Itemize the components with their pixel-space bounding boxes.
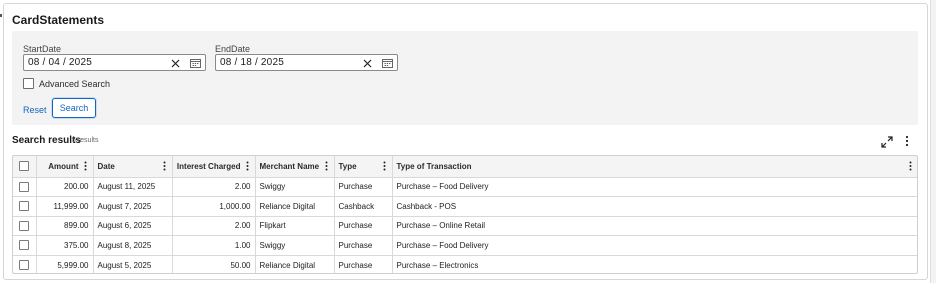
row-checkbox[interactable] [19,181,30,192]
row-select-cell [13,235,37,256]
cell-merchant-name: Flipkart [255,216,335,236]
cell-amount: 200.00 [36,177,94,197]
column-menu-icon[interactable] [83,160,89,172]
column-header-date[interactable]: Date [93,156,173,178]
card-title: CardStatements [12,13,105,27]
select-all-cell [13,156,37,178]
row-select-cell [13,255,37,273]
cell-interest-charged: 2.00 [172,177,256,197]
advanced-search-label: Advanced Search [39,79,111,89]
cell-amount: 899.00 [36,216,94,236]
column-menu-icon[interactable] [907,160,913,172]
more-vertical-icon[interactable] [902,134,912,148]
cell-merchant-name: Reliance Digital [255,196,335,217]
advanced-search-checkbox[interactable] [23,78,34,89]
cell-date: August 11, 2025 [93,177,173,197]
column-header-type[interactable]: Type [334,156,393,178]
close-icon[interactable] [168,56,182,70]
results-count: 5 results [72,137,99,144]
cell-interest-charged: 50.00 [172,255,256,273]
close-icon[interactable] [360,56,374,70]
calendar-icon[interactable] [380,56,394,70]
cell-type-of-transaction: Purchase – Electronics [396,260,479,270]
cell-type: Purchase [334,216,393,236]
cell-amount: 375.00 [36,235,94,256]
row-select-cell [13,216,37,236]
column-menu-icon[interactable] [382,160,388,172]
end-date-field[interactable]: 08 / 18 / 2025 [215,54,398,71]
row-checkbox[interactable] [19,260,30,270]
cell-merchant-name: Reliance Digital [255,255,335,273]
table-row[interactable]: 11,999.00 August 7, 2025 1,000.00 Relian… [13,196,917,217]
start-date-label: StartDate [23,44,62,54]
cell-type: Purchase [334,255,393,273]
table-row[interactable]: 899.00 August 6, 2025 2.00 Flipkart Purc… [13,216,917,236]
table-header-row: Amount Date Interest Charged Merchant Na… [13,156,917,178]
expand-icon[interactable] [881,135,893,148]
cell-merchant-name: Swiggy [255,235,335,256]
start-date-value: 08 / 04 / 2025 [28,57,92,68]
table-row[interactable]: 200.00 August 11, 2025 2.00 Swiggy Purch… [13,177,917,197]
column-menu-icon[interactable] [162,160,168,172]
cell-merchant-name: Swiggy [255,177,335,197]
scrollbar[interactable] [930,0,936,283]
cell-type-of-transaction: Cashback - POS [392,196,917,217]
cell-type: Purchase [334,177,393,197]
column-menu-icon[interactable] [324,160,330,172]
cell-amount: 11,999.00 [36,196,94,217]
column-header-interest-charged[interactable]: Interest Charged [172,156,256,178]
table-row[interactable]: 375.00 August 8, 2025 1.00 Swiggy Purcha… [13,235,917,256]
results-table: Amount Date Interest Charged Merchant Na… [12,155,918,274]
cell-date: August 5, 2025 [93,255,173,273]
end-date-label: EndDate [215,44,251,54]
column-menu-icon[interactable] [245,160,251,172]
search-button[interactable]: Search [52,98,96,118]
table-row[interactable]: 5,999.00 August 5, 2025 50.00 Reliance D… [13,255,917,273]
row-checkbox[interactable] [19,201,30,212]
cell-type: Cashback [334,196,393,217]
row-checkbox[interactable] [19,240,30,251]
cell-interest-charged: 1,000.00 [172,196,256,217]
edge-marker [0,14,2,17]
reset-button[interactable]: Reset [23,105,47,115]
select-all-checkbox[interactable] [19,161,30,172]
cell-date: August 8, 2025 [93,235,173,256]
cell-date: August 6, 2025 [93,216,173,236]
column-header-amount[interactable]: Amount [36,156,94,178]
cell-type: Purchase [334,235,393,256]
cell-interest-charged: 2.00 [172,216,256,236]
cell-type-of-transaction: Purchase – Food Delivery [392,177,917,197]
card-statements-panel: CardStatements StartDate 08 / 04 / 2025 … [3,3,928,280]
end-date-value: 08 / 18 / 2025 [220,57,284,68]
cell-interest-charged: 1.00 [172,235,256,256]
cell-date: August 7, 2025 [93,196,173,217]
row-select-cell [13,177,37,197]
row-checkbox[interactable] [19,220,30,231]
cell-amount: 5,999.00 [36,255,94,273]
cell-type-of-transaction: Purchase – Online Retail [392,216,917,236]
calendar-icon[interactable] [188,56,202,70]
column-header-merchant-name[interactable]: Merchant Name [255,156,335,178]
column-header-type-of-transaction[interactable]: Type of Transaction [392,156,917,178]
results-title: Search results [12,135,81,146]
filter-panel: StartDate 08 / 04 / 2025 EndDate 08 / 18… [12,31,918,125]
cell-type-of-transaction: Purchase – Food Delivery [392,235,917,256]
row-select-cell [13,196,37,217]
start-date-field[interactable]: 08 / 04 / 2025 [23,54,206,71]
